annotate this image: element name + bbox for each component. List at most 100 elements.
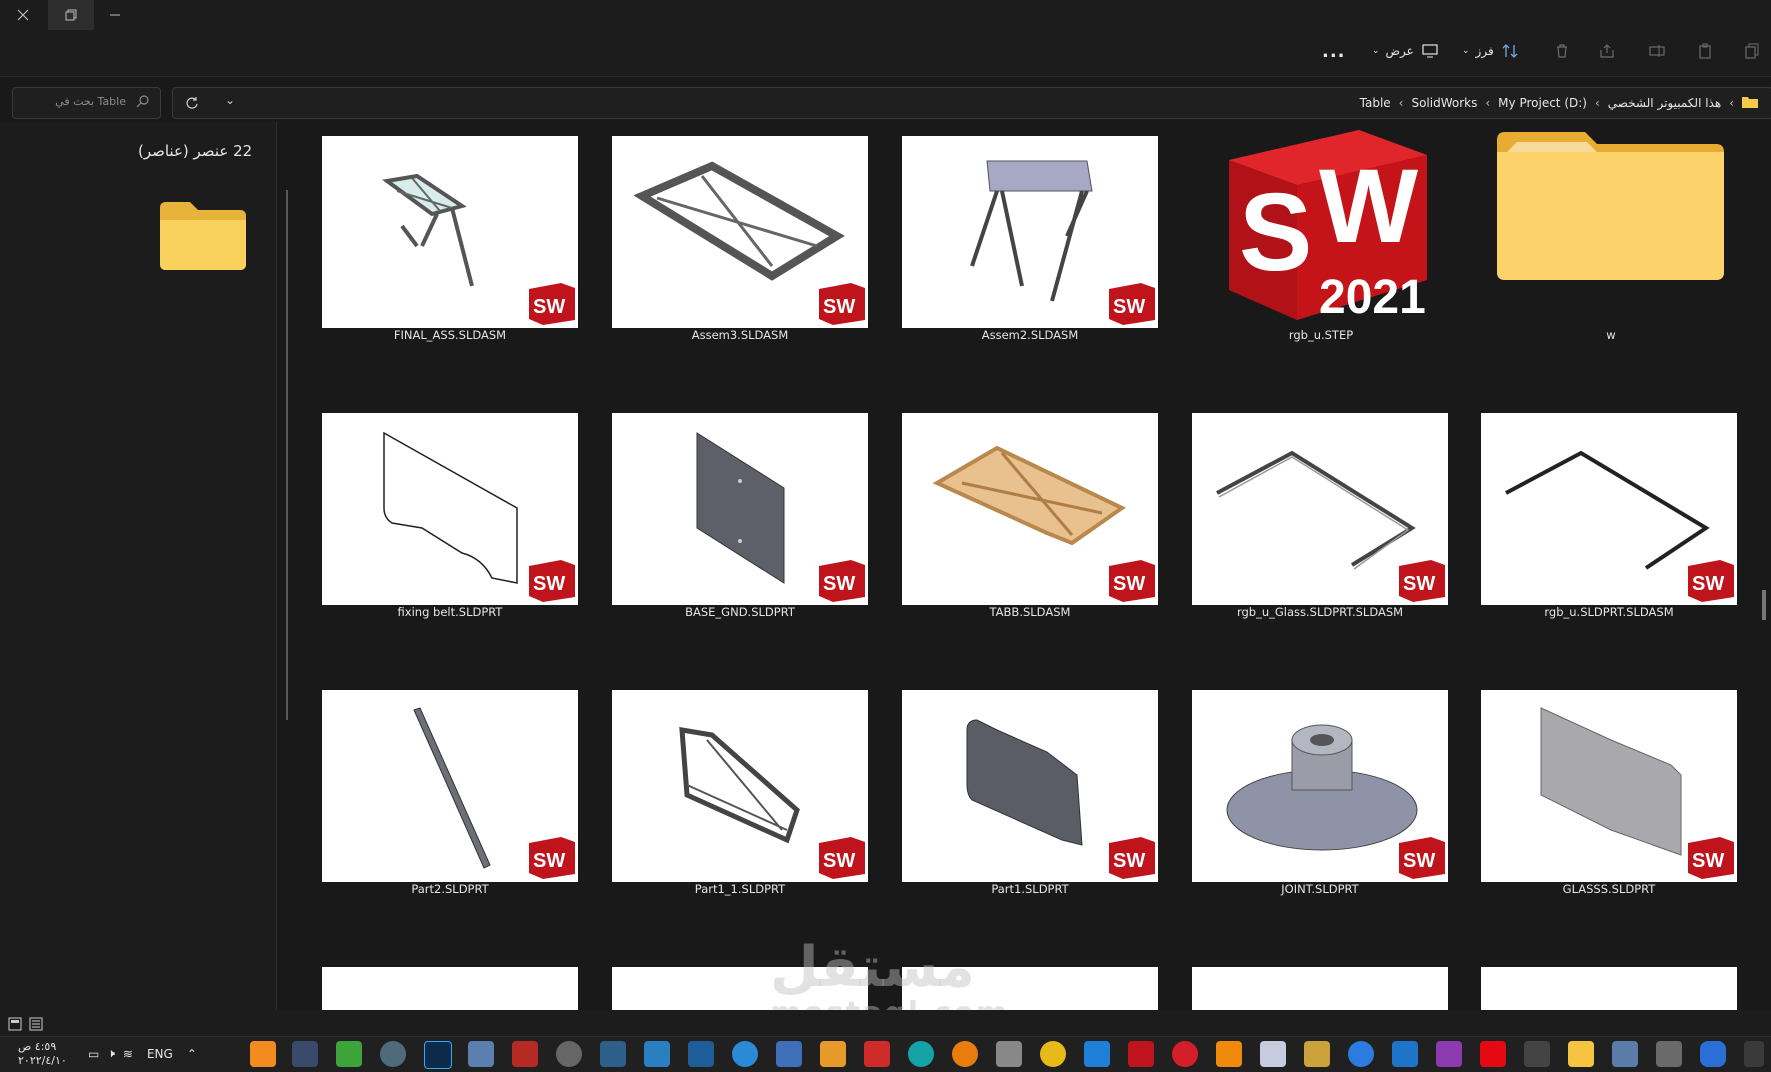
svg-text:SW: SW bbox=[1113, 573, 1145, 595]
details-scrollbar[interactable] bbox=[286, 190, 288, 720]
solidworks-badge-icon: SW bbox=[529, 560, 575, 602]
taskbar-app-icon[interactable] bbox=[1260, 1041, 1286, 1067]
thumbnail-assem3[interactable]: SW bbox=[612, 136, 868, 328]
paste-button[interactable] bbox=[1695, 36, 1715, 66]
language-indicator[interactable]: ENG bbox=[147, 1047, 173, 1061]
details-view-icon[interactable] bbox=[8, 1016, 22, 1035]
share-button[interactable] bbox=[1597, 36, 1617, 66]
taskbar-app-icon[interactable] bbox=[1436, 1041, 1462, 1067]
view-mode-bar bbox=[0, 1010, 1771, 1036]
taskbar-app-icon[interactable] bbox=[512, 1041, 538, 1067]
taskbar-app-icon[interactable] bbox=[336, 1041, 362, 1067]
wifi-icon[interactable]: ≋ bbox=[123, 1047, 133, 1061]
chevron-left-icon[interactable]: ‹ bbox=[1399, 96, 1404, 110]
speaker-muted-icon[interactable]: 🕨 bbox=[107, 1046, 115, 1061]
svg-text:SW: SW bbox=[823, 296, 855, 318]
thumbnail-final-ass[interactable]: SW bbox=[322, 136, 578, 328]
calculator-icon[interactable] bbox=[996, 1041, 1022, 1067]
taskbar-app-icon[interactable] bbox=[556, 1041, 582, 1067]
chevron-left-icon[interactable]: ‹ bbox=[1729, 96, 1734, 110]
mail-icon[interactable] bbox=[1392, 1041, 1418, 1067]
thumbnail-tabb[interactable]: SW bbox=[902, 413, 1158, 605]
breadcrumb-item-table[interactable]: Table bbox=[1360, 96, 1391, 110]
file-explorer-icon[interactable] bbox=[1568, 1041, 1594, 1067]
file-item-rgb-u-step[interactable]: S W 2021 bbox=[1209, 130, 1427, 324]
address-bar[interactable]: ⌄ Table ‹ SolidWorks ‹ My Project (D:) ‹… bbox=[172, 87, 1771, 119]
taskbar-app-icon[interactable] bbox=[1304, 1041, 1330, 1067]
minimize-button[interactable] bbox=[92, 0, 138, 30]
pane-divider[interactable] bbox=[276, 122, 277, 1010]
thumbnail-base-gnd[interactable]: SW bbox=[612, 413, 868, 605]
battery-icon[interactable]: ▭ bbox=[88, 1047, 99, 1061]
taskbar-app-icon[interactable] bbox=[1524, 1041, 1550, 1067]
svg-text:SW: SW bbox=[1113, 296, 1145, 318]
thumbnail-assem2[interactable]: SW bbox=[902, 136, 1158, 328]
restore-icon bbox=[65, 9, 77, 21]
taskbar-app-icon[interactable] bbox=[600, 1041, 626, 1067]
more-button[interactable]: ... bbox=[1322, 36, 1346, 66]
taskbar-app-icon[interactable] bbox=[1612, 1041, 1638, 1067]
thumbnail-partial[interactable] bbox=[322, 967, 578, 1010]
vscode-icon[interactable] bbox=[1084, 1041, 1110, 1067]
netflix-icon[interactable] bbox=[1480, 1041, 1506, 1067]
chevron-left-icon[interactable]: ‹ bbox=[1595, 96, 1600, 110]
thumbnail-partial[interactable] bbox=[1192, 967, 1448, 1010]
taskbar-app-icon[interactable] bbox=[380, 1041, 406, 1067]
breadcrumb-item-solidworks[interactable]: SolidWorks bbox=[1411, 96, 1477, 110]
taskbar-app-icon[interactable] bbox=[1348, 1041, 1374, 1067]
thumbnail-part1[interactable]: SW bbox=[902, 690, 1158, 882]
photoshop-icon[interactable] bbox=[424, 1041, 452, 1069]
copy-button[interactable] bbox=[1742, 36, 1762, 66]
clock[interactable]: ٤:٥٩ ص ٢٠٢٢/٤/١٠ bbox=[18, 1036, 67, 1071]
solidworks-icon[interactable] bbox=[1128, 1041, 1154, 1067]
taskbar-app-icon[interactable] bbox=[1744, 1041, 1764, 1067]
taskbar-app-icon[interactable] bbox=[864, 1041, 890, 1067]
opera-icon[interactable] bbox=[1172, 1041, 1198, 1067]
breadcrumb-item-drive[interactable]: My Project (D:) bbox=[1498, 96, 1587, 110]
vlc-icon[interactable] bbox=[1216, 1041, 1242, 1067]
taskbar-app-icon[interactable] bbox=[688, 1041, 714, 1067]
rename-button[interactable] bbox=[1647, 36, 1667, 66]
chevron-up-icon[interactable]: ⌃ bbox=[187, 1047, 197, 1061]
blender-icon[interactable] bbox=[952, 1041, 978, 1067]
taskbar-app-icon[interactable] bbox=[644, 1041, 670, 1067]
file-item-w[interactable] bbox=[1497, 130, 1724, 280]
taskbar-app-icon[interactable] bbox=[468, 1041, 494, 1067]
solidworks-badge-icon: SW bbox=[1399, 837, 1445, 879]
delete-button[interactable] bbox=[1552, 36, 1572, 66]
taskbar-app-icon[interactable] bbox=[908, 1041, 934, 1067]
taskbar-app-icon[interactable] bbox=[1700, 1041, 1726, 1067]
content-scrollbar[interactable] bbox=[1762, 160, 1766, 620]
search-box[interactable]: بحث في Table bbox=[12, 87, 161, 119]
taskbar-app-icon[interactable] bbox=[820, 1041, 846, 1067]
taskbar-app-icon[interactable] bbox=[1656, 1041, 1682, 1067]
chevron-left-icon[interactable]: ‹ bbox=[1485, 96, 1490, 110]
sort-button[interactable]: ⌄ فرز bbox=[1462, 36, 1520, 66]
chrome-icon[interactable] bbox=[1040, 1041, 1066, 1067]
thumbnail-fixing-belt[interactable]: SW bbox=[322, 413, 578, 605]
breadcrumb-item-this-pc[interactable]: هذا الكمبيوتر الشخصي bbox=[1608, 96, 1721, 110]
thumbnail-partial[interactable] bbox=[1481, 967, 1737, 1010]
taskbar-app-icon[interactable] bbox=[250, 1041, 276, 1067]
list-view-icon[interactable] bbox=[29, 1016, 43, 1035]
thumbnail-part2[interactable]: SW bbox=[322, 690, 578, 882]
taskbar-app-icon[interactable] bbox=[776, 1041, 802, 1067]
taskbar-app-icon[interactable] bbox=[732, 1041, 758, 1067]
history-dropdown-button[interactable]: ⌄ bbox=[225, 93, 235, 107]
close-button[interactable] bbox=[0, 0, 46, 30]
file-name-assem2: Assem2.SLDASM bbox=[981, 328, 1079, 342]
refresh-button[interactable] bbox=[185, 95, 199, 114]
svg-text:SW: SW bbox=[823, 573, 855, 595]
taskbar-app-icon[interactable] bbox=[292, 1041, 318, 1067]
restore-button[interactable] bbox=[48, 0, 94, 30]
more-label: ... bbox=[1322, 40, 1346, 62]
svg-text:SW: SW bbox=[823, 850, 855, 872]
thumbnail-part1-1[interactable]: SW bbox=[612, 690, 868, 882]
thumbnail-joint[interactable]: SW bbox=[1192, 690, 1448, 882]
view-button[interactable]: ⌄ عرض bbox=[1372, 36, 1440, 66]
thumbnail-rgb-u-glass[interactable]: SW bbox=[1192, 413, 1448, 605]
thumbnail-glasss[interactable]: SW bbox=[1481, 690, 1737, 882]
solidworks-badge-icon: SW bbox=[819, 283, 865, 325]
solidworks-badge-icon: SW bbox=[1688, 837, 1734, 879]
thumbnail-rgb-u-sldprt[interactable]: SW bbox=[1481, 413, 1737, 605]
